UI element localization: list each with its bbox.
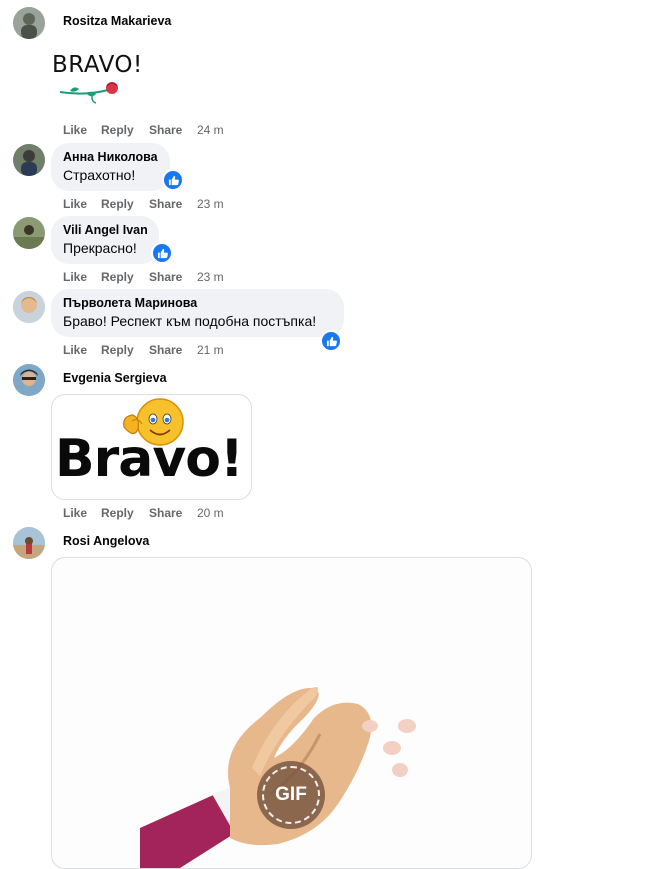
- avatar-parvoleta[interactable]: [13, 291, 45, 323]
- sticker-text: Bravo!: [55, 429, 244, 489]
- like-link[interactable]: Like: [63, 506, 87, 520]
- timestamp[interactable]: 23 m: [197, 270, 224, 284]
- share-link[interactable]: Share: [149, 270, 182, 284]
- share-link[interactable]: Share: [149, 506, 182, 520]
- reply-link[interactable]: Reply: [101, 343, 134, 357]
- author-name[interactable]: Evgenia Sergieva: [63, 371, 167, 385]
- timestamp[interactable]: 21 m: [197, 343, 224, 357]
- like-reaction-icon[interactable]: [151, 242, 173, 264]
- reply-link[interactable]: Reply: [101, 270, 134, 284]
- avatar-rosi[interactable]: [13, 527, 45, 559]
- avatar-rositza[interactable]: [13, 7, 45, 39]
- avatar-anna[interactable]: [13, 144, 45, 176]
- like-link[interactable]: Like: [63, 270, 87, 284]
- comment-text: Страхотно!: [63, 167, 136, 183]
- comment-bubble: Анна Николова Страхотно!: [51, 143, 170, 191]
- reply-link[interactable]: Reply: [101, 197, 134, 211]
- author-name[interactable]: Rositza Makarieva: [63, 14, 171, 28]
- share-link[interactable]: Share: [149, 197, 182, 211]
- timestamp[interactable]: 20 m: [197, 506, 224, 520]
- reply-link[interactable]: Reply: [101, 506, 134, 520]
- comment-bubble: Първолета Маринова Браво! Респект към по…: [51, 289, 344, 337]
- author-name[interactable]: Анна Николова: [63, 150, 158, 164]
- gif-label: GIF: [275, 784, 307, 805]
- bravo-sticker: BRAVO!: [50, 50, 142, 110]
- avatar-evgenia[interactable]: [13, 364, 45, 396]
- share-link[interactable]: Share: [149, 123, 182, 137]
- like-reaction-icon[interactable]: [162, 169, 184, 191]
- author-name[interactable]: Първолета Маринова: [63, 296, 197, 310]
- comment-text: Браво! Респект към подобна постъпка!: [63, 313, 317, 329]
- share-link[interactable]: Share: [149, 343, 182, 357]
- like-link[interactable]: Like: [63, 123, 87, 137]
- like-link[interactable]: Like: [63, 343, 87, 357]
- comment-text: Прекрасно!: [63, 240, 137, 256]
- author-name[interactable]: Vili Angel Ivan: [63, 223, 148, 237]
- reply-link[interactable]: Reply: [101, 123, 134, 137]
- timestamp[interactable]: 23 m: [197, 197, 224, 211]
- gif-play-button[interactable]: GIF: [257, 761, 325, 829]
- rose-icon: [59, 82, 118, 104]
- author-name[interactable]: Rosi Angelova: [63, 534, 149, 548]
- like-link[interactable]: Like: [63, 197, 87, 211]
- bravo-sticker: Bravo!: [51, 394, 252, 500]
- comment-bubble: Vili Angel Ivan Прекрасно!: [51, 216, 159, 264]
- like-reaction-icon[interactable]: [320, 330, 342, 352]
- avatar-vili[interactable]: [13, 217, 45, 249]
- timestamp[interactable]: 24 m: [197, 123, 224, 137]
